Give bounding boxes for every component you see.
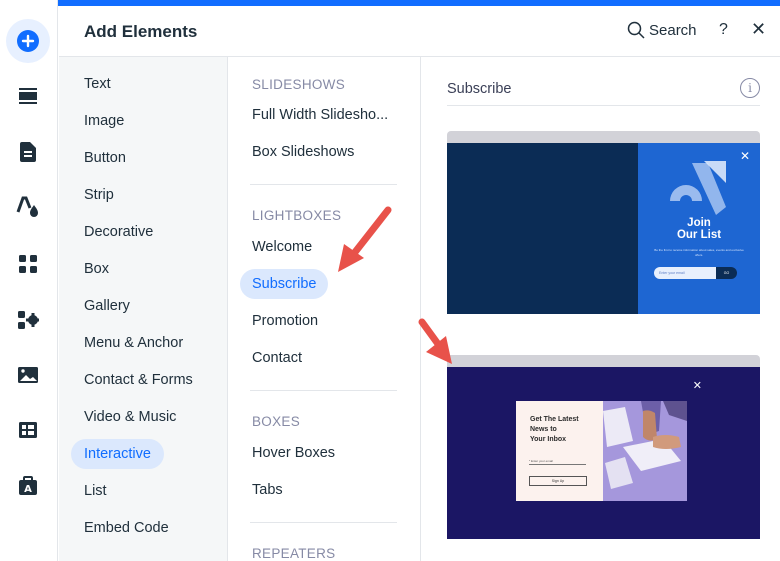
subcategory-item-contact[interactable]: Contact	[240, 343, 314, 373]
add-apps-button[interactable]	[6, 242, 50, 286]
preview-divider	[447, 105, 760, 106]
pages-button[interactable]	[6, 130, 50, 174]
category-item-decorative[interactable]: Decorative	[71, 217, 166, 247]
section-divider	[250, 390, 397, 391]
subcategory-item-hover-boxes[interactable]: Hover Boxes	[240, 438, 347, 468]
subcategory-list: SLIDESHOWS Full Width Slidesho... Box Sl…	[228, 57, 421, 561]
category-item-strip[interactable]: Strip	[71, 180, 127, 210]
browser-chrome	[447, 355, 760, 367]
section-divider	[250, 184, 397, 185]
subcategory-item-welcome[interactable]: Welcome	[240, 232, 324, 262]
close-button[interactable]: ✕	[751, 19, 766, 40]
overlay-background: ✕ Get The Latest News to Your Inbox * En…	[447, 367, 760, 539]
preview-panel: Subscribe i ✕ Join Our List Be the first…	[421, 57, 780, 561]
lightbox-preset-join-our-list[interactable]: ✕ Join Our List Be the first to receive …	[447, 131, 760, 314]
category-item-list[interactable]: List	[71, 476, 120, 506]
envelope-photo-graphic	[603, 401, 687, 501]
subcategory-item-promotion[interactable]: Promotion	[240, 306, 330, 336]
category-item-menu-anchor[interactable]: Menu & Anchor	[71, 328, 196, 358]
abstract-shapes-graphic	[670, 161, 726, 215]
subcategory-item-box-slideshows[interactable]: Box Slideshows	[240, 137, 366, 167]
lightbox-heading: Get The Latest News to Your Inbox	[530, 416, 579, 443]
sections-button[interactable]	[6, 74, 50, 118]
lightbox-panel: ✕ Join Our List Be the first to receive …	[638, 143, 760, 314]
business-tools-button[interactable]: A	[6, 464, 50, 508]
lightbox-body-text: Be the first to receive information abou…	[654, 248, 744, 257]
category-item-interactive[interactable]: Interactive	[71, 439, 164, 469]
lightbox-photo-envelopes	[603, 401, 687, 501]
cms-button[interactable]	[6, 408, 50, 452]
site-design-button[interactable]	[6, 185, 50, 229]
add-elements-button[interactable]	[6, 19, 50, 63]
info-icon[interactable]: i	[740, 78, 760, 98]
search-label: Search	[649, 21, 697, 39]
theme-icon	[16, 196, 38, 217]
lightbox-email-input: Enter your email	[654, 267, 716, 279]
lightbox-close-icon: ✕	[692, 380, 702, 392]
media-icon	[18, 367, 38, 383]
lightbox-go-button: GO	[716, 267, 737, 279]
section-heading-repeaters: REPEATERS	[252, 546, 336, 561]
left-tool-rail: A	[0, 0, 58, 561]
category-item-contact-forms[interactable]: Contact & Forms	[71, 365, 206, 395]
search-icon	[627, 21, 645, 39]
page-icon	[20, 142, 36, 162]
lightbox-signup-button: Sign Up	[529, 476, 587, 486]
cms-table-icon	[19, 422, 37, 438]
preview-title: Subscribe	[447, 81, 512, 97]
section-heading-boxes: BOXES	[252, 414, 301, 429]
lightbox-heading: Join Our List	[676, 217, 722, 241]
section-heading-lightboxes: LIGHTBOXES	[252, 208, 342, 223]
panel-header: Add Elements Search ? ✕	[59, 6, 780, 57]
section-heading-slideshows: SLIDESHOWS	[252, 77, 346, 92]
my-business-button[interactable]	[6, 298, 50, 342]
browser-chrome	[447, 131, 760, 143]
overlay-background	[447, 143, 638, 314]
lightbox-preset-latest-news[interactable]: ✕ Get The Latest News to Your Inbox * En…	[447, 355, 760, 539]
subcategory-item-tabs[interactable]: Tabs	[240, 475, 295, 505]
apps-grid-icon	[19, 255, 37, 273]
svg-text:A: A	[24, 484, 32, 495]
lightbox-email-input: * Enter your email	[529, 459, 586, 465]
lightbox-close-icon: ✕	[739, 149, 750, 163]
section-divider	[250, 522, 397, 523]
help-button[interactable]: ?	[719, 21, 728, 39]
business-icon: A	[19, 476, 37, 495]
category-item-image[interactable]: Image	[71, 106, 137, 136]
category-item-box[interactable]: Box	[71, 254, 122, 284]
subcategory-item-subscribe[interactable]: Subscribe	[240, 269, 329, 299]
search-button[interactable]: Search	[627, 21, 697, 39]
lightbox-text-panel: Get The Latest News to Your Inbox * Ente…	[516, 401, 603, 501]
strip-icon	[19, 88, 37, 104]
category-item-text[interactable]: Text	[71, 69, 124, 99]
add-icon	[17, 30, 39, 52]
media-button[interactable]	[6, 353, 50, 397]
category-list: Text Image Button Strip Decorative Box G…	[59, 57, 228, 561]
category-item-button[interactable]: Button	[71, 143, 139, 173]
category-item-gallery[interactable]: Gallery	[71, 291, 143, 321]
category-item-video-music[interactable]: Video & Music	[71, 402, 189, 432]
category-item-embed-code[interactable]: Embed Code	[71, 513, 182, 543]
app-settings-icon	[18, 311, 39, 329]
subcategory-item-full-width-slideshows[interactable]: Full Width Slidesho...	[240, 100, 400, 130]
panel-title: Add Elements	[84, 22, 198, 41]
